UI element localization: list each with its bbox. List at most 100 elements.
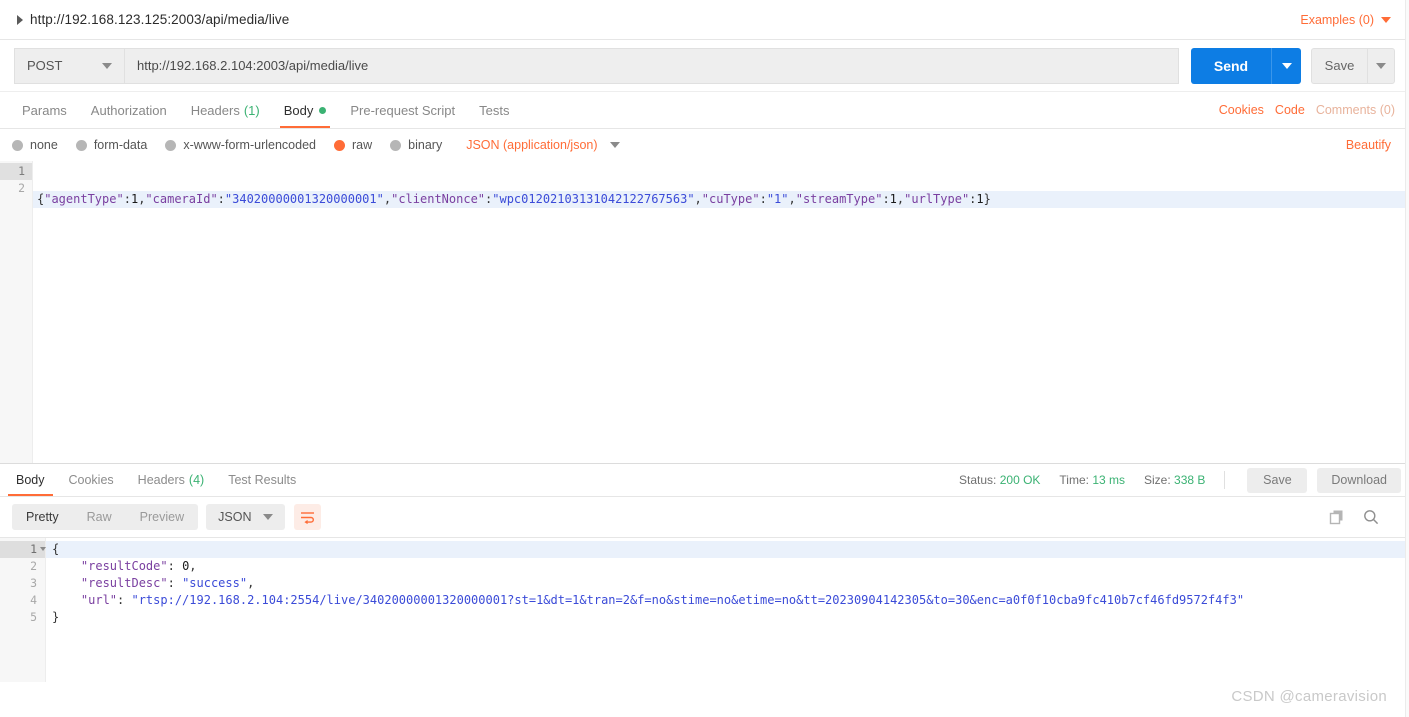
code-line[interactable]: "resultCode": 0, bbox=[46, 558, 1409, 575]
tab-params[interactable]: Params bbox=[10, 92, 79, 128]
code-token: { bbox=[52, 542, 60, 556]
tab-headers[interactable]: Headers (1) bbox=[179, 92, 272, 128]
status-badge: Status: 200 OK bbox=[959, 473, 1040, 487]
request-name-bar: http://192.168.123.125:2003/api/media/li… bbox=[0, 0, 1409, 40]
response-tab-body[interactable]: Body bbox=[4, 464, 57, 496]
line-number: 2 bbox=[18, 181, 25, 195]
chevron-down-icon bbox=[1376, 62, 1386, 69]
fold-collapse-icon[interactable] bbox=[40, 547, 46, 551]
response-save-button[interactable]: Save bbox=[1247, 467, 1308, 493]
body-type-row: none form-data x-www-form-urlencoded raw… bbox=[0, 129, 1409, 161]
code-token: , bbox=[247, 576, 255, 590]
code-token: "cameraId" bbox=[145, 192, 218, 206]
status-label: Status: bbox=[959, 473, 997, 487]
code-token: "resultDesc" bbox=[80, 576, 168, 590]
body-type-none[interactable]: none bbox=[12, 138, 58, 152]
tab-label: Body bbox=[16, 473, 45, 487]
response-toolbar-icons bbox=[1329, 509, 1397, 525]
response-line-number-gutter: 1 2 3 4 5 bbox=[0, 538, 46, 682]
view-preview[interactable]: Preview bbox=[126, 504, 198, 530]
beautify-button[interactable]: Beautify bbox=[1346, 138, 1397, 152]
code-token: : bbox=[117, 593, 132, 607]
code-line[interactable]: } bbox=[46, 609, 1409, 626]
method-select[interactable]: POST bbox=[14, 47, 124, 84]
request-tabs-links: Cookies Code Comments (0) bbox=[1219, 92, 1399, 128]
size-badge: Size: 338 B bbox=[1144, 473, 1205, 487]
line-number: 1 bbox=[0, 541, 46, 558]
chevron-down-icon bbox=[102, 62, 112, 69]
body-type-label: form-data bbox=[93, 138, 148, 152]
response-tab-headers[interactable]: Headers (4) bbox=[126, 464, 217, 496]
code-line[interactable]: { bbox=[46, 541, 1409, 558]
code-token: : bbox=[167, 559, 183, 573]
request-body-editor[interactable]: 1 2 {"agentType":1,"cameraId":"340200000… bbox=[0, 161, 1409, 464]
code-token: , bbox=[694, 192, 702, 206]
code-token: "success" bbox=[182, 576, 248, 590]
send-options-button[interactable] bbox=[1271, 47, 1301, 84]
watermark: CSDN @cameravision bbox=[1231, 688, 1387, 705]
tab-label: Pre-request Script bbox=[350, 102, 456, 118]
examples-link[interactable]: Examples (0) bbox=[1300, 13, 1374, 27]
tab-label: Test Results bbox=[228, 473, 297, 487]
tab-authorization[interactable]: Authorization bbox=[79, 92, 179, 128]
request-code-area[interactable]: {"agentType":1,"cameraId":"3402000000132… bbox=[33, 161, 1409, 463]
line-number: 3 bbox=[30, 576, 37, 590]
content-type-select[interactable]: JSON (application/json) bbox=[466, 138, 620, 152]
radio-icon bbox=[390, 139, 402, 151]
response-body-viewer[interactable]: 1 2 3 4 5 { "resultCode": 0, "resultDesc… bbox=[0, 537, 1409, 682]
body-type-urlencoded[interactable]: x-www-form-urlencoded bbox=[165, 138, 316, 152]
code-token: "agentType" bbox=[44, 192, 124, 206]
tab-label: Cookies bbox=[68, 473, 114, 487]
scrollbar-track[interactable] bbox=[1405, 0, 1409, 717]
response-tab-cookies[interactable]: Cookies bbox=[57, 464, 126, 496]
body-type-raw[interactable]: raw bbox=[334, 138, 372, 152]
code-line[interactable] bbox=[33, 236, 1409, 253]
line-number: 5 bbox=[30, 610, 37, 624]
response-download-button[interactable]: Download bbox=[1317, 467, 1401, 493]
save-options-button[interactable] bbox=[1367, 47, 1395, 84]
code-line[interactable]: {"agentType":1,"cameraId":"3402000000132… bbox=[33, 191, 1409, 208]
url-input[interactable]: http://192.168.2.104:2003/api/media/live bbox=[124, 47, 1179, 84]
body-type-label: raw bbox=[352, 138, 373, 152]
response-format-select[interactable]: JSON bbox=[206, 504, 286, 530]
code-link[interactable]: Code bbox=[1275, 103, 1305, 117]
code-token: } bbox=[983, 192, 991, 206]
code-token: "wpc01202103131042122767563" bbox=[492, 192, 695, 206]
cookies-link[interactable]: Cookies bbox=[1219, 103, 1264, 117]
tab-tests[interactable]: Tests bbox=[467, 92, 521, 128]
view-raw[interactable]: Raw bbox=[73, 504, 126, 530]
response-toolbar: Pretty Raw Preview JSON bbox=[0, 497, 1409, 537]
chevron-down-icon[interactable] bbox=[1381, 16, 1391, 23]
time-badge: Time: 13 ms bbox=[1059, 473, 1125, 487]
method-label: POST bbox=[27, 58, 63, 73]
tab-pre-request-script[interactable]: Pre-request Script bbox=[338, 92, 467, 128]
tab-body[interactable]: Body bbox=[272, 92, 339, 128]
code-token: "clientNonce" bbox=[391, 192, 486, 206]
response-code-area[interactable]: { "resultCode": 0, "resultDesc": "succes… bbox=[46, 538, 1409, 682]
save-button-group: Save bbox=[1311, 47, 1395, 84]
copy-icon[interactable] bbox=[1329, 509, 1345, 525]
code-token: "1" bbox=[766, 192, 789, 206]
search-icon[interactable] bbox=[1363, 509, 1379, 525]
code-token: 1 bbox=[976, 192, 984, 206]
code-token: "rtsp://192.168.2.104:2554/live/34020000… bbox=[131, 593, 1245, 607]
code-token: : bbox=[167, 576, 183, 590]
code-line[interactable]: "url": "rtsp://192.168.2.104:2554/live/3… bbox=[46, 592, 1409, 609]
view-pretty[interactable]: Pretty bbox=[12, 504, 73, 530]
code-line[interactable]: "resultDesc": "success", bbox=[46, 575, 1409, 592]
triangle-right-icon[interactable] bbox=[14, 14, 26, 26]
body-type-form-data[interactable]: form-data bbox=[75, 138, 148, 152]
send-button[interactable]: Send bbox=[1191, 47, 1271, 84]
tab-label: Body bbox=[283, 102, 314, 118]
comments-link[interactable]: Comments (0) bbox=[1316, 103, 1395, 117]
save-button[interactable]: Save bbox=[1311, 47, 1367, 84]
response-tab-test-results[interactable]: Test Results bbox=[216, 464, 308, 496]
word-wrap-icon[interactable] bbox=[294, 504, 322, 530]
chevron-down-icon bbox=[609, 142, 620, 148]
time-label: Time: bbox=[1059, 473, 1089, 487]
body-type-binary[interactable]: binary bbox=[390, 138, 442, 152]
radio-icon bbox=[75, 139, 87, 151]
tab-count: (4) bbox=[188, 473, 205, 487]
response-meta-actions: Status: 200 OK Time: 13 ms Size: 338 B S… bbox=[959, 464, 1409, 496]
status-value: 200 OK bbox=[999, 473, 1041, 487]
